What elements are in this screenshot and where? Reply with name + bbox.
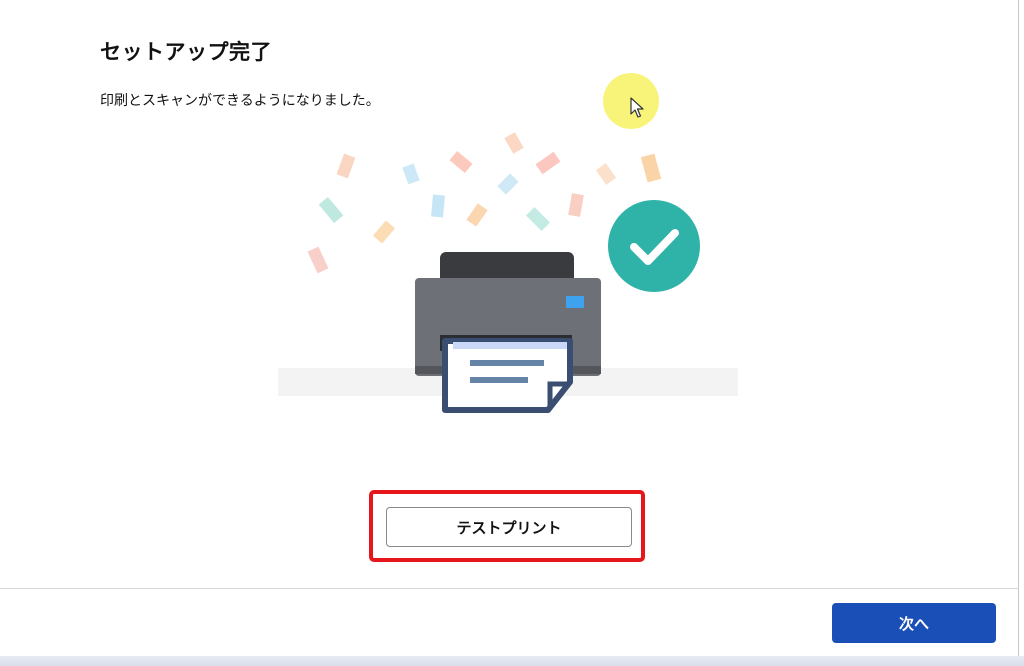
setup-complete-dialog: セットアップ完了 印刷とスキャンができるようになりました。 テストプリント 次へ	[0, 0, 1019, 657]
footer-divider	[0, 588, 1018, 589]
next-button[interactable]: 次へ	[832, 603, 996, 643]
test-print-button[interactable]: テストプリント	[386, 507, 632, 547]
mouse-pointer-icon	[630, 97, 644, 118]
page-subtitle: 印刷とスキャンができるようになりました。	[100, 93, 380, 109]
taskbar-strip	[0, 656, 1024, 666]
checkmark-icon	[608, 200, 700, 292]
page-title: セットアップ完了	[100, 40, 272, 64]
printer-illustration	[278, 132, 738, 413]
